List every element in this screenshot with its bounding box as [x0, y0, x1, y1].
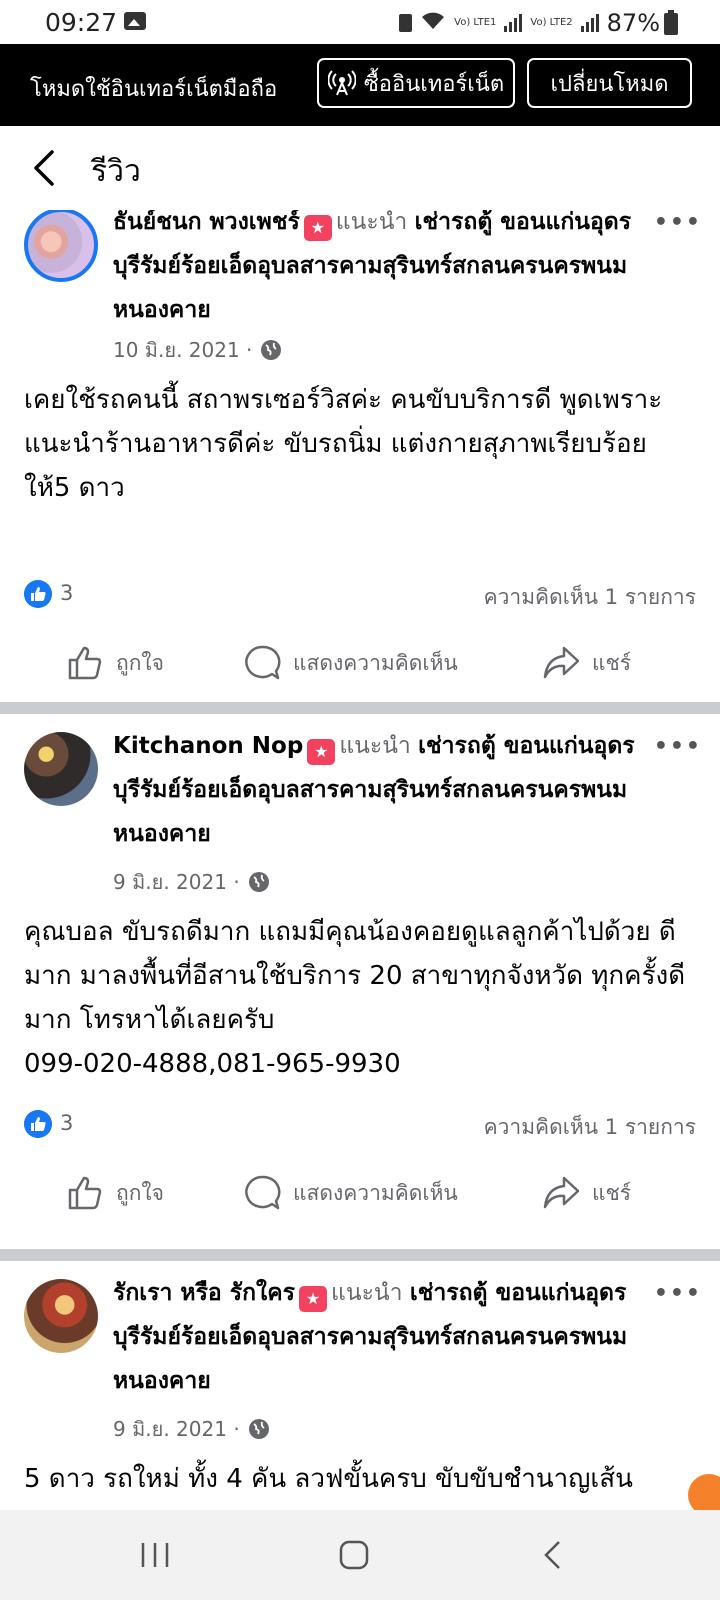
- comment-button[interactable]: แสดงความคิดเห็น: [243, 1166, 458, 1220]
- post-separator: [0, 702, 720, 714]
- comment-icon: [245, 1175, 281, 1210]
- buy-internet-button[interactable]: ซื้ออินเทอร์เน็ต: [317, 58, 515, 108]
- comment-label: แสดงความคิดเห็น: [293, 1180, 458, 1205]
- comment-count[interactable]: ความคิดเห็น 1 รายการ: [484, 1111, 696, 1144]
- avatar[interactable]: [24, 210, 98, 282]
- recommends-label: แนะนำ: [335, 210, 408, 235]
- banner-text: โหมดใช้อินเทอร์เน็ตมือถือ: [30, 77, 278, 102]
- like-label: ถูกใจ: [116, 650, 164, 675]
- nav-recents-icon[interactable]: [140, 1542, 170, 1568]
- review-text: เคยใช้รถคนนี้ สถาพรเซอร์วิสค่ะ คนขับบริก…: [24, 385, 663, 503]
- buy-internet-label: ซื้ออินเทอร์เน็ต: [363, 71, 505, 97]
- like-count[interactable]: 3: [60, 581, 73, 605]
- author-name[interactable]: ธันย์ชนก พวงเพชร์: [113, 210, 300, 235]
- comment-icon: [245, 645, 281, 680]
- switch-mode-button[interactable]: เปลี่ยนโหมด: [527, 58, 692, 108]
- recommends-label: แนะนำ: [331, 1280, 403, 1306]
- globe-icon: [248, 872, 269, 892]
- share-label: แชร์: [592, 650, 632, 675]
- lte2-label: Vo) LTE2: [530, 17, 573, 28]
- like-reaction-icon: [24, 580, 52, 608]
- signal-icon: [504, 14, 523, 32]
- signal-icon: [580, 14, 599, 32]
- comment-button[interactable]: แสดงความคิดเห็น: [243, 636, 458, 690]
- mobile-data-banner: โหมดใช้อินเทอร์เน็ตมือถือ ซื้ออินเทอร์เน…: [0, 44, 720, 126]
- more-icon[interactable]: •••: [654, 734, 702, 759]
- review-post: Kitchanon Nop ★ แนะนำ เช่ารถตู้ ขอนแก่นอุด…: [0, 714, 720, 1249]
- comment-count[interactable]: ความคิดเห็น 1 รายการ: [484, 581, 696, 614]
- avatar[interactable]: [24, 732, 98, 806]
- author-name[interactable]: Kitchanon Nop: [113, 733, 303, 759]
- review-post: ธันย์ชนก พวงเพชร์ ★ แนะนำ เช่ารถตู้ ขอนแก่…: [0, 210, 720, 702]
- avatar[interactable]: [24, 1279, 98, 1353]
- post-stats: 3 ความคิดเห็น 1 รายการ: [24, 580, 696, 610]
- author-name[interactable]: รักเรา หรือ รักใคร: [113, 1280, 295, 1306]
- post-separator: [0, 1249, 720, 1261]
- status-icons: Vo) LTE1 Vo) LTE2 87%: [399, 9, 660, 37]
- nav-home-icon[interactable]: [339, 1540, 369, 1570]
- post-header: ธันย์ชนก พวงเพชร์ ★ แนะนำ เช่ารถตู้ ขอนแก่…: [113, 210, 653, 332]
- share-button[interactable]: แชร์: [542, 1166, 631, 1220]
- comment-label: แสดงความคิดเห็น: [293, 650, 458, 675]
- share-label: แชร์: [592, 1180, 632, 1205]
- status-time: 09:27: [45, 8, 118, 37]
- more-icon[interactable]: •••: [654, 210, 702, 235]
- recommend-badge-icon: ★: [307, 739, 336, 765]
- like-reaction-icon: [24, 1110, 52, 1138]
- battery-saver-icon: [399, 14, 413, 32]
- recommend-badge-icon: ★: [303, 215, 332, 241]
- post-header: รักเรา หรือ รักใคร ★ แนะนำ เช่ารถตู้ ขอนแก…: [113, 1271, 653, 1403]
- post-actions: ถูกใจ แสดงความคิดเห็น แชร์: [0, 636, 720, 690]
- post-stats: 3 ความคิดเห็น 1 รายการ: [24, 1110, 696, 1140]
- nav-back-icon[interactable]: [541, 1540, 565, 1570]
- post-date[interactable]: 9 มิ.ย. 2021 ·: [113, 1413, 240, 1445]
- more-icon[interactable]: •••: [654, 1281, 702, 1306]
- globe-icon: [261, 340, 282, 360]
- back-arrow-icon[interactable]: [28, 148, 64, 188]
- reviews-feed[interactable]: ธันย์ชนก พวงเพชร์ ★ แนะนำ เช่ารถตู้ ขอนแก่…: [0, 210, 720, 1510]
- globe-icon: [248, 1419, 269, 1439]
- system-nav-bar: [0, 1510, 720, 1600]
- review-post: รักเรา หรือ รักใคร ★ แนะนำ เช่ารถตู้ ขอนแก…: [0, 1261, 720, 1510]
- post-meta: 9 มิ.ย. 2021 ·: [113, 1413, 270, 1445]
- post-actions: ถูกใจ แสดงความคิดเห็น แชร์: [0, 1166, 720, 1220]
- wifi-icon: [420, 11, 446, 36]
- like-count[interactable]: 3: [60, 1111, 73, 1135]
- gallery-icon: [124, 12, 146, 30]
- share-icon: [543, 646, 580, 679]
- recommend-badge-icon: ★: [299, 1286, 328, 1312]
- post-date[interactable]: 9 มิ.ย. 2021 ·: [113, 866, 240, 898]
- share-icon: [543, 1176, 580, 1209]
- page-title: รีวิว: [91, 154, 141, 189]
- post-meta: 10 มิ.ย. 2021 ·: [113, 334, 282, 366]
- battery-icon: [664, 10, 678, 35]
- thumbs-up-icon: [68, 1176, 102, 1210]
- post-header: Kitchanon Nop ★ แนะนำ เช่ารถตู้ ขอนแก่นอุด…: [113, 724, 653, 856]
- post-date[interactable]: 10 มิ.ย. 2021 ·: [113, 334, 252, 366]
- review-text: 5 ดาว รถใหม่ ทั้ง 4 คัน ลวฟขั้นครบ ขับขั…: [24, 1464, 633, 1494]
- like-button[interactable]: ถูกใจ: [66, 1166, 164, 1220]
- post-meta: 9 มิ.ย. 2021 ·: [113, 866, 270, 898]
- page-header: รีวิว: [0, 126, 720, 211]
- like-button[interactable]: ถูกใจ: [66, 636, 164, 690]
- switch-mode-label: เปลี่ยนโหมด: [550, 71, 669, 97]
- like-label: ถูกใจ: [116, 1180, 164, 1205]
- share-button[interactable]: แชร์: [542, 636, 631, 690]
- lte1-label: Vo) LTE1: [454, 17, 497, 28]
- battery-percent: 87%: [606, 9, 660, 37]
- recommends-label: แนะนำ: [339, 733, 411, 759]
- review-text: คุณบอล ขับรถดีมาก แถมมีคุณน้องคอยดูแลลูก…: [24, 917, 686, 1079]
- status-bar: 09:27 Vo) LTE1 Vo) LTE2 87%: [0, 0, 720, 44]
- antenna-icon: [327, 70, 356, 96]
- thumbs-up-icon: [68, 646, 102, 680]
